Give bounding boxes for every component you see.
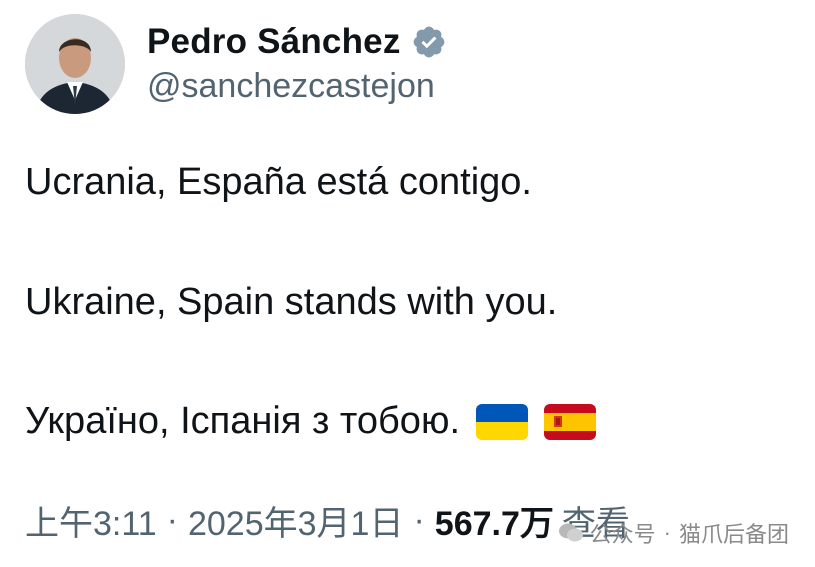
tweet-line-english: Ukraine, Spain stands with you. xyxy=(25,281,558,323)
tweet-date[interactable]: 2025年3月1日 xyxy=(188,496,403,545)
tweet-line-ukrainian: Україно, Іспанія з тобою. xyxy=(25,400,460,442)
watermark-account: 猫爪后备团 xyxy=(678,522,789,547)
handle[interactable]: @sanchezcastejon xyxy=(147,67,447,106)
watermark-platform: 公众号 xyxy=(589,522,656,547)
flag-ukraine-icon xyxy=(476,403,528,440)
verified-badge-icon[interactable] xyxy=(411,24,447,60)
author-names: Pedro Sánchez @sanchezcastejon xyxy=(147,14,447,106)
wechat-icon xyxy=(558,523,583,542)
tweet-time[interactable]: 上午3:11 xyxy=(25,496,157,545)
tweet-line-spanish: Ucrania, España está contigo. xyxy=(25,161,532,203)
display-name[interactable]: Pedro Sánchez xyxy=(147,22,401,62)
tweet-line-ukrainian-row: Україно, Іспанія з тобою. xyxy=(25,400,596,443)
watermark-separator: · xyxy=(663,520,671,545)
tweet-header: Pedro Sánchez @sanchezcastejon xyxy=(25,14,447,114)
meta-separator-2: · xyxy=(413,501,425,539)
name-row: Pedro Sánchez xyxy=(147,22,447,62)
watermark: 公众号 · 猫爪后备团 xyxy=(558,517,789,549)
avatar[interactable] xyxy=(25,14,125,114)
meta-separator: · xyxy=(166,501,178,539)
views-count[interactable]: 567.7万 xyxy=(435,496,554,545)
flag-spain-icon xyxy=(544,403,596,440)
tweet-text: Ucrania, España está contigo. xyxy=(25,160,532,204)
profile-photo xyxy=(25,14,125,114)
tweet-meta: 上午3:11 · 2025年3月1日 · 567.7万 查看 xyxy=(25,496,630,545)
